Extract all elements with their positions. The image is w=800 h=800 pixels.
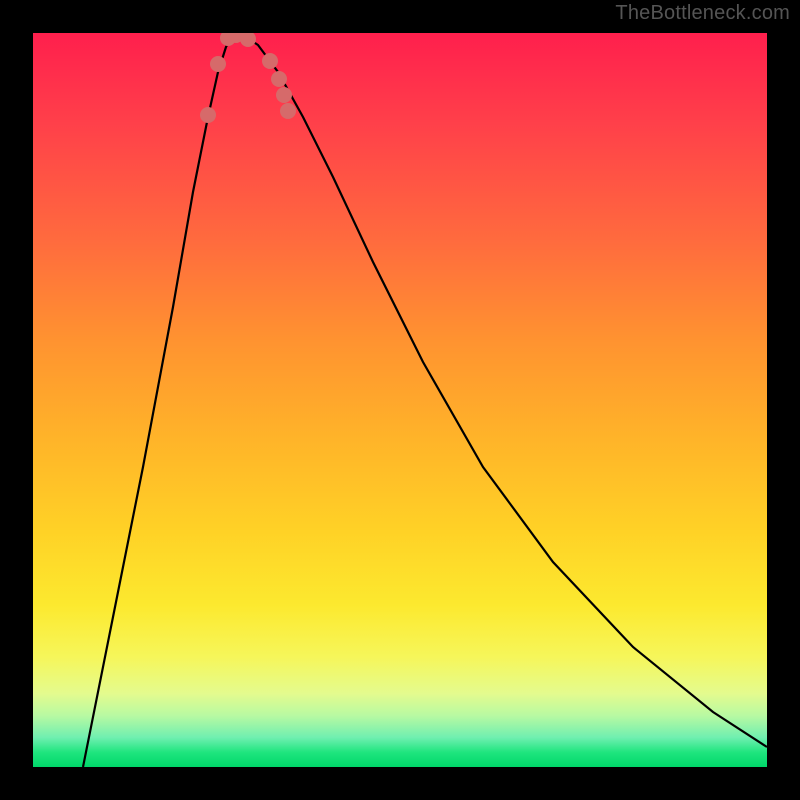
curve-marker (240, 33, 256, 47)
watermark-text: TheBottleneck.com (615, 2, 790, 25)
curve-marker (262, 53, 278, 69)
curve-marker (210, 56, 226, 72)
chart-frame: TheBottleneck.com (0, 0, 800, 800)
bottleneck-curve (83, 35, 767, 767)
marker-group (200, 33, 296, 123)
curve-marker (276, 87, 292, 103)
curve-marker (271, 71, 287, 87)
curve-marker (200, 107, 216, 123)
curve-marker (280, 103, 296, 119)
curve-layer (33, 33, 767, 767)
plot-area (33, 33, 767, 767)
